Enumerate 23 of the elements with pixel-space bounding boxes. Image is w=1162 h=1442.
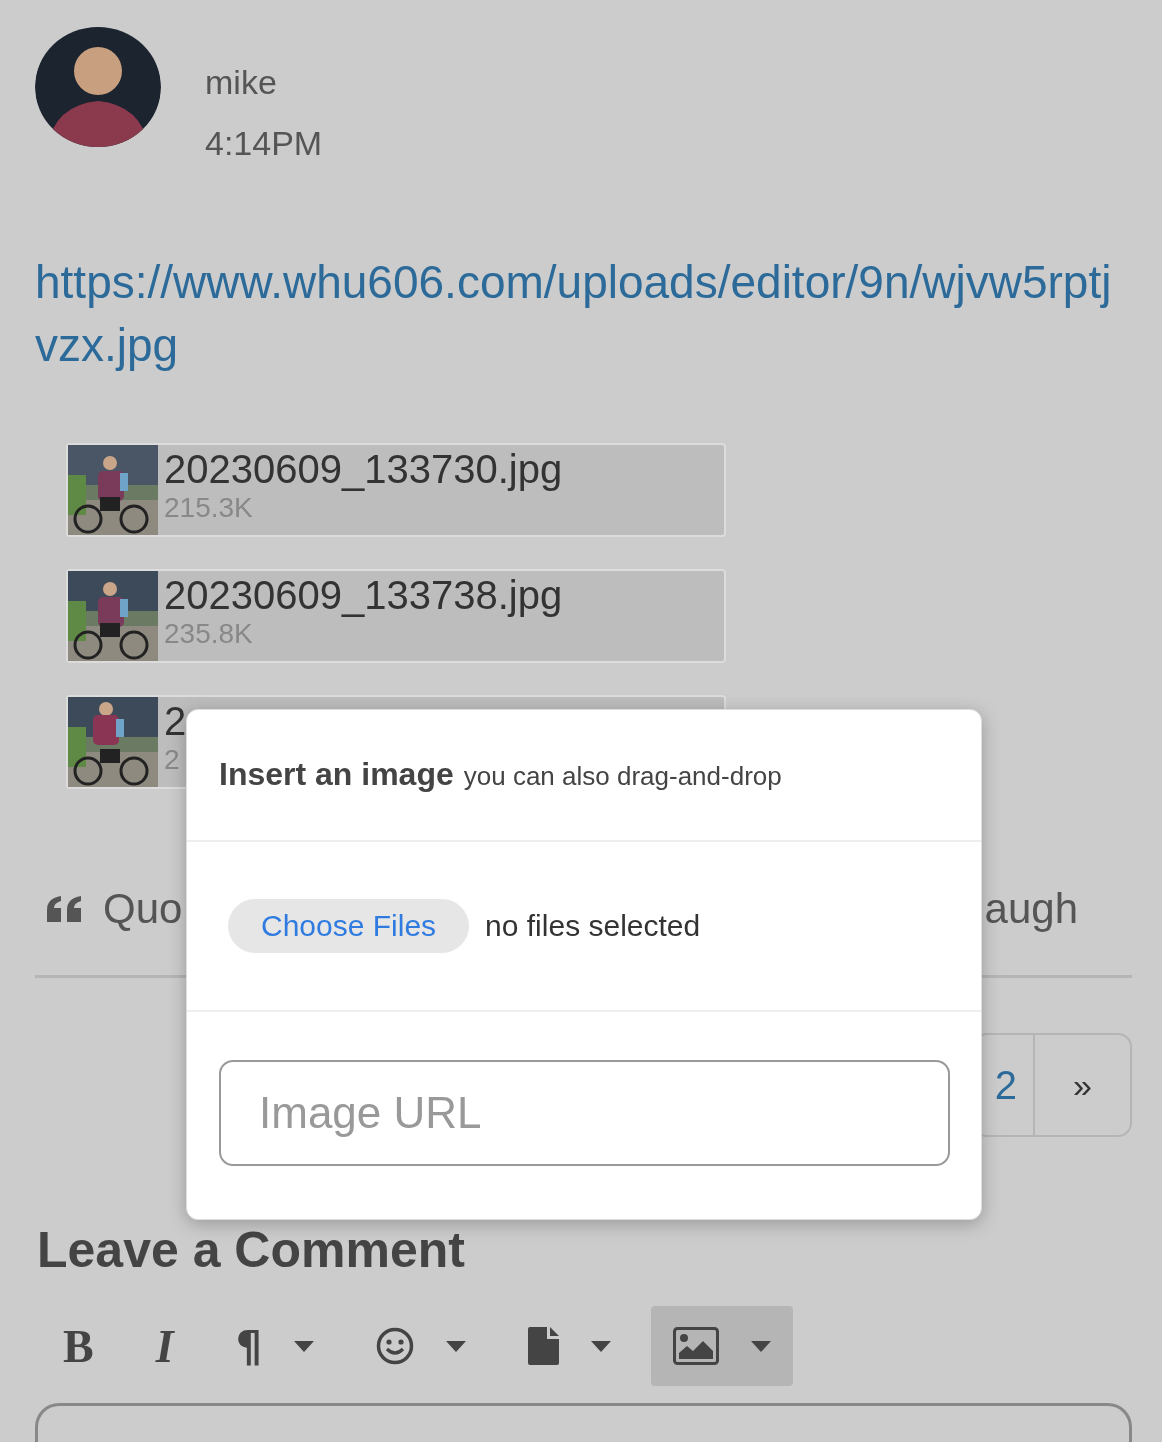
file-name: 20230609_133738.jpg — [164, 572, 563, 619]
paragraph-button[interactable]: ¶ — [213, 1306, 337, 1386]
file-icon — [528, 1327, 560, 1365]
quote-link[interactable]: Quo — [103, 885, 183, 933]
file-status: no files selected — [485, 909, 701, 943]
smiley-icon — [376, 1327, 415, 1365]
image-url-field[interactable]: Image URL — [219, 1060, 950, 1166]
italic-button[interactable]: I — [133, 1306, 196, 1386]
image-button[interactable] — [651, 1306, 794, 1386]
page-link[interactable]: » — [1033, 1033, 1132, 1137]
modal-title: Insert an image — [219, 756, 454, 793]
reaction-link[interactable]: augh — [984, 885, 1078, 933]
choose-files-button[interactable]: Choose Files — [228, 899, 470, 953]
quote-icon — [47, 896, 81, 922]
bold-button[interactable]: B — [41, 1306, 116, 1386]
modal-hint: you can also drag-and-drop — [463, 761, 782, 792]
post-time: 4:14PM — [205, 124, 323, 163]
image-link[interactable]: https://www.whu606.com/uploads/editor/9n/wjvw5rptjvzx.jpg — [35, 251, 1115, 377]
section-heading: Leave a Comment — [37, 1225, 466, 1275]
author-name: mike — [205, 63, 278, 102]
image-icon — [673, 1327, 720, 1365]
file-name: 20230609_133730.jpg — [164, 446, 563, 493]
file-name: 2 — [164, 698, 187, 745]
